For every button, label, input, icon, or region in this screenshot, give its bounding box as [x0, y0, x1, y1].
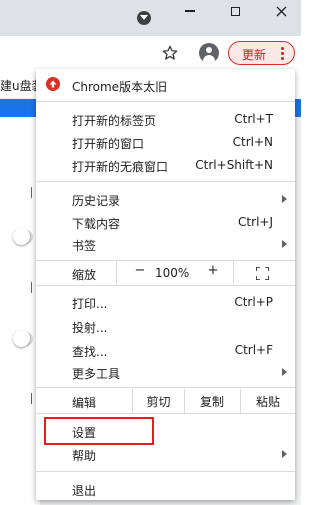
- menu-item-new-incognito[interactable]: 打开新的无痕窗口 Ctrl+Shift+N: [36, 153, 295, 177]
- profile-avatar-button[interactable]: [199, 43, 219, 63]
- page-card: [0, 117, 40, 505]
- menu-item-label: 帮助: [72, 449, 97, 463]
- shortcut-label: Ctrl+J: [238, 215, 273, 229]
- menu-item-find[interactable]: 查找... Ctrl+F: [36, 338, 295, 362]
- maximize-icon: [230, 6, 240, 16]
- menu-item-update-label: Chrome版本太旧: [72, 80, 168, 94]
- checkbox-edge[interactable]: [31, 187, 35, 198]
- zoom-in-button[interactable]: +: [206, 263, 220, 278]
- menu-item-label: 缩放: [72, 268, 97, 282]
- tab-search-button[interactable]: [137, 11, 151, 25]
- chevron-down-icon: [140, 15, 148, 20]
- submenu-arrow-icon: [282, 195, 287, 203]
- menu-divider: [36, 413, 295, 414]
- checkbox-edge[interactable]: [31, 393, 35, 404]
- menu-divider: [36, 387, 295, 388]
- menu-item-print[interactable]: 打印... Ctrl+P: [36, 290, 295, 314]
- shortcut-label: Ctrl+Shift+N: [195, 158, 273, 172]
- update-arrow-icon: [46, 77, 60, 91]
- menu-item-label: 历史记录: [72, 194, 121, 208]
- minimize-icon: [185, 10, 195, 12]
- zoom-level: 100%: [155, 266, 190, 280]
- bookmark-star-icon[interactable]: [161, 44, 179, 62]
- menu-item-label: 打印...: [72, 297, 108, 311]
- menu-item-label: 打开新的窗口: [72, 137, 145, 151]
- menu-item-new-window[interactable]: 打开新的窗口 Ctrl+N: [36, 130, 295, 154]
- chrome-main-menu: Chrome版本太旧 打开新的标签页 Ctrl+T 打开新的窗口 Ctrl+N …: [36, 69, 295, 500]
- menu-item-label: 打开新的无痕窗口: [72, 160, 169, 174]
- menu-item-bookmarks[interactable]: 书签: [36, 232, 295, 256]
- maximize-button[interactable]: [220, 0, 250, 22]
- menu-row-zoom: 缩放 − 100% +: [36, 261, 295, 285]
- menu-divider: [36, 101, 295, 102]
- menu-item-new-tab[interactable]: 打开新的标签页 Ctrl+T: [36, 107, 295, 131]
- toggle-switch[interactable]: [13, 228, 33, 245]
- menu-item-history[interactable]: 历史记录: [36, 187, 295, 211]
- update-button-label: 更新: [242, 48, 267, 62]
- toolbar: 更新: [0, 36, 301, 71]
- menu-item-label: 投射...: [72, 321, 108, 335]
- update-menu-button[interactable]: 更新: [228, 41, 295, 65]
- menu-divider: [36, 181, 295, 182]
- menu-item-exit[interactable]: 退出: [36, 477, 295, 501]
- settings-highlight-box: [44, 417, 154, 445]
- fullscreen-icon[interactable]: [256, 267, 269, 280]
- zoom-out-button[interactable]: −: [133, 263, 147, 278]
- menu-item-downloads[interactable]: 下载内容 Ctrl+J: [36, 210, 295, 234]
- title-bar: [0, 0, 301, 36]
- shortcut-label: Ctrl+T: [234, 112, 273, 126]
- menu-divider: [36, 471, 295, 472]
- menu-item-help[interactable]: 帮助: [36, 442, 295, 466]
- shortcut-label: Ctrl+N: [232, 135, 273, 149]
- close-icon: [276, 6, 286, 16]
- menu-divider: [36, 285, 295, 286]
- submenu-arrow-icon: [282, 450, 287, 458]
- submenu-arrow-icon: [282, 368, 287, 376]
- menu-item-label: 书签: [72, 239, 97, 253]
- copy-button[interactable]: 复制: [185, 389, 239, 413]
- close-button[interactable]: [266, 0, 296, 22]
- menu-item-update[interactable]: Chrome版本太旧: [36, 73, 295, 97]
- paste-button[interactable]: 粘贴: [241, 389, 295, 413]
- menu-item-label: 退出: [72, 484, 97, 498]
- shortcut-label: Ctrl+P: [234, 295, 273, 309]
- submenu-arrow-icon: [282, 240, 287, 248]
- more-vert-icon: [281, 47, 285, 62]
- toggle-switch[interactable]: [13, 330, 33, 347]
- menu-row-edit: 编辑 剪切 复制 粘贴: [36, 389, 295, 413]
- checkbox-edge[interactable]: [31, 282, 35, 293]
- menu-item-label: 查找...: [72, 345, 108, 359]
- menu-item-label: 编辑: [72, 396, 97, 410]
- shortcut-label: Ctrl+F: [234, 343, 273, 357]
- cut-button[interactable]: 剪切: [133, 389, 184, 413]
- menu-item-label: 下载内容: [72, 217, 121, 231]
- menu-item-more-tools[interactable]: 更多工具: [36, 360, 295, 384]
- menu-item-label: 打开新的标签页: [72, 114, 157, 128]
- menu-item-label: 更多工具: [72, 367, 121, 381]
- minimize-button[interactable]: [175, 0, 205, 22]
- menu-item-cast[interactable]: 投射...: [36, 314, 295, 338]
